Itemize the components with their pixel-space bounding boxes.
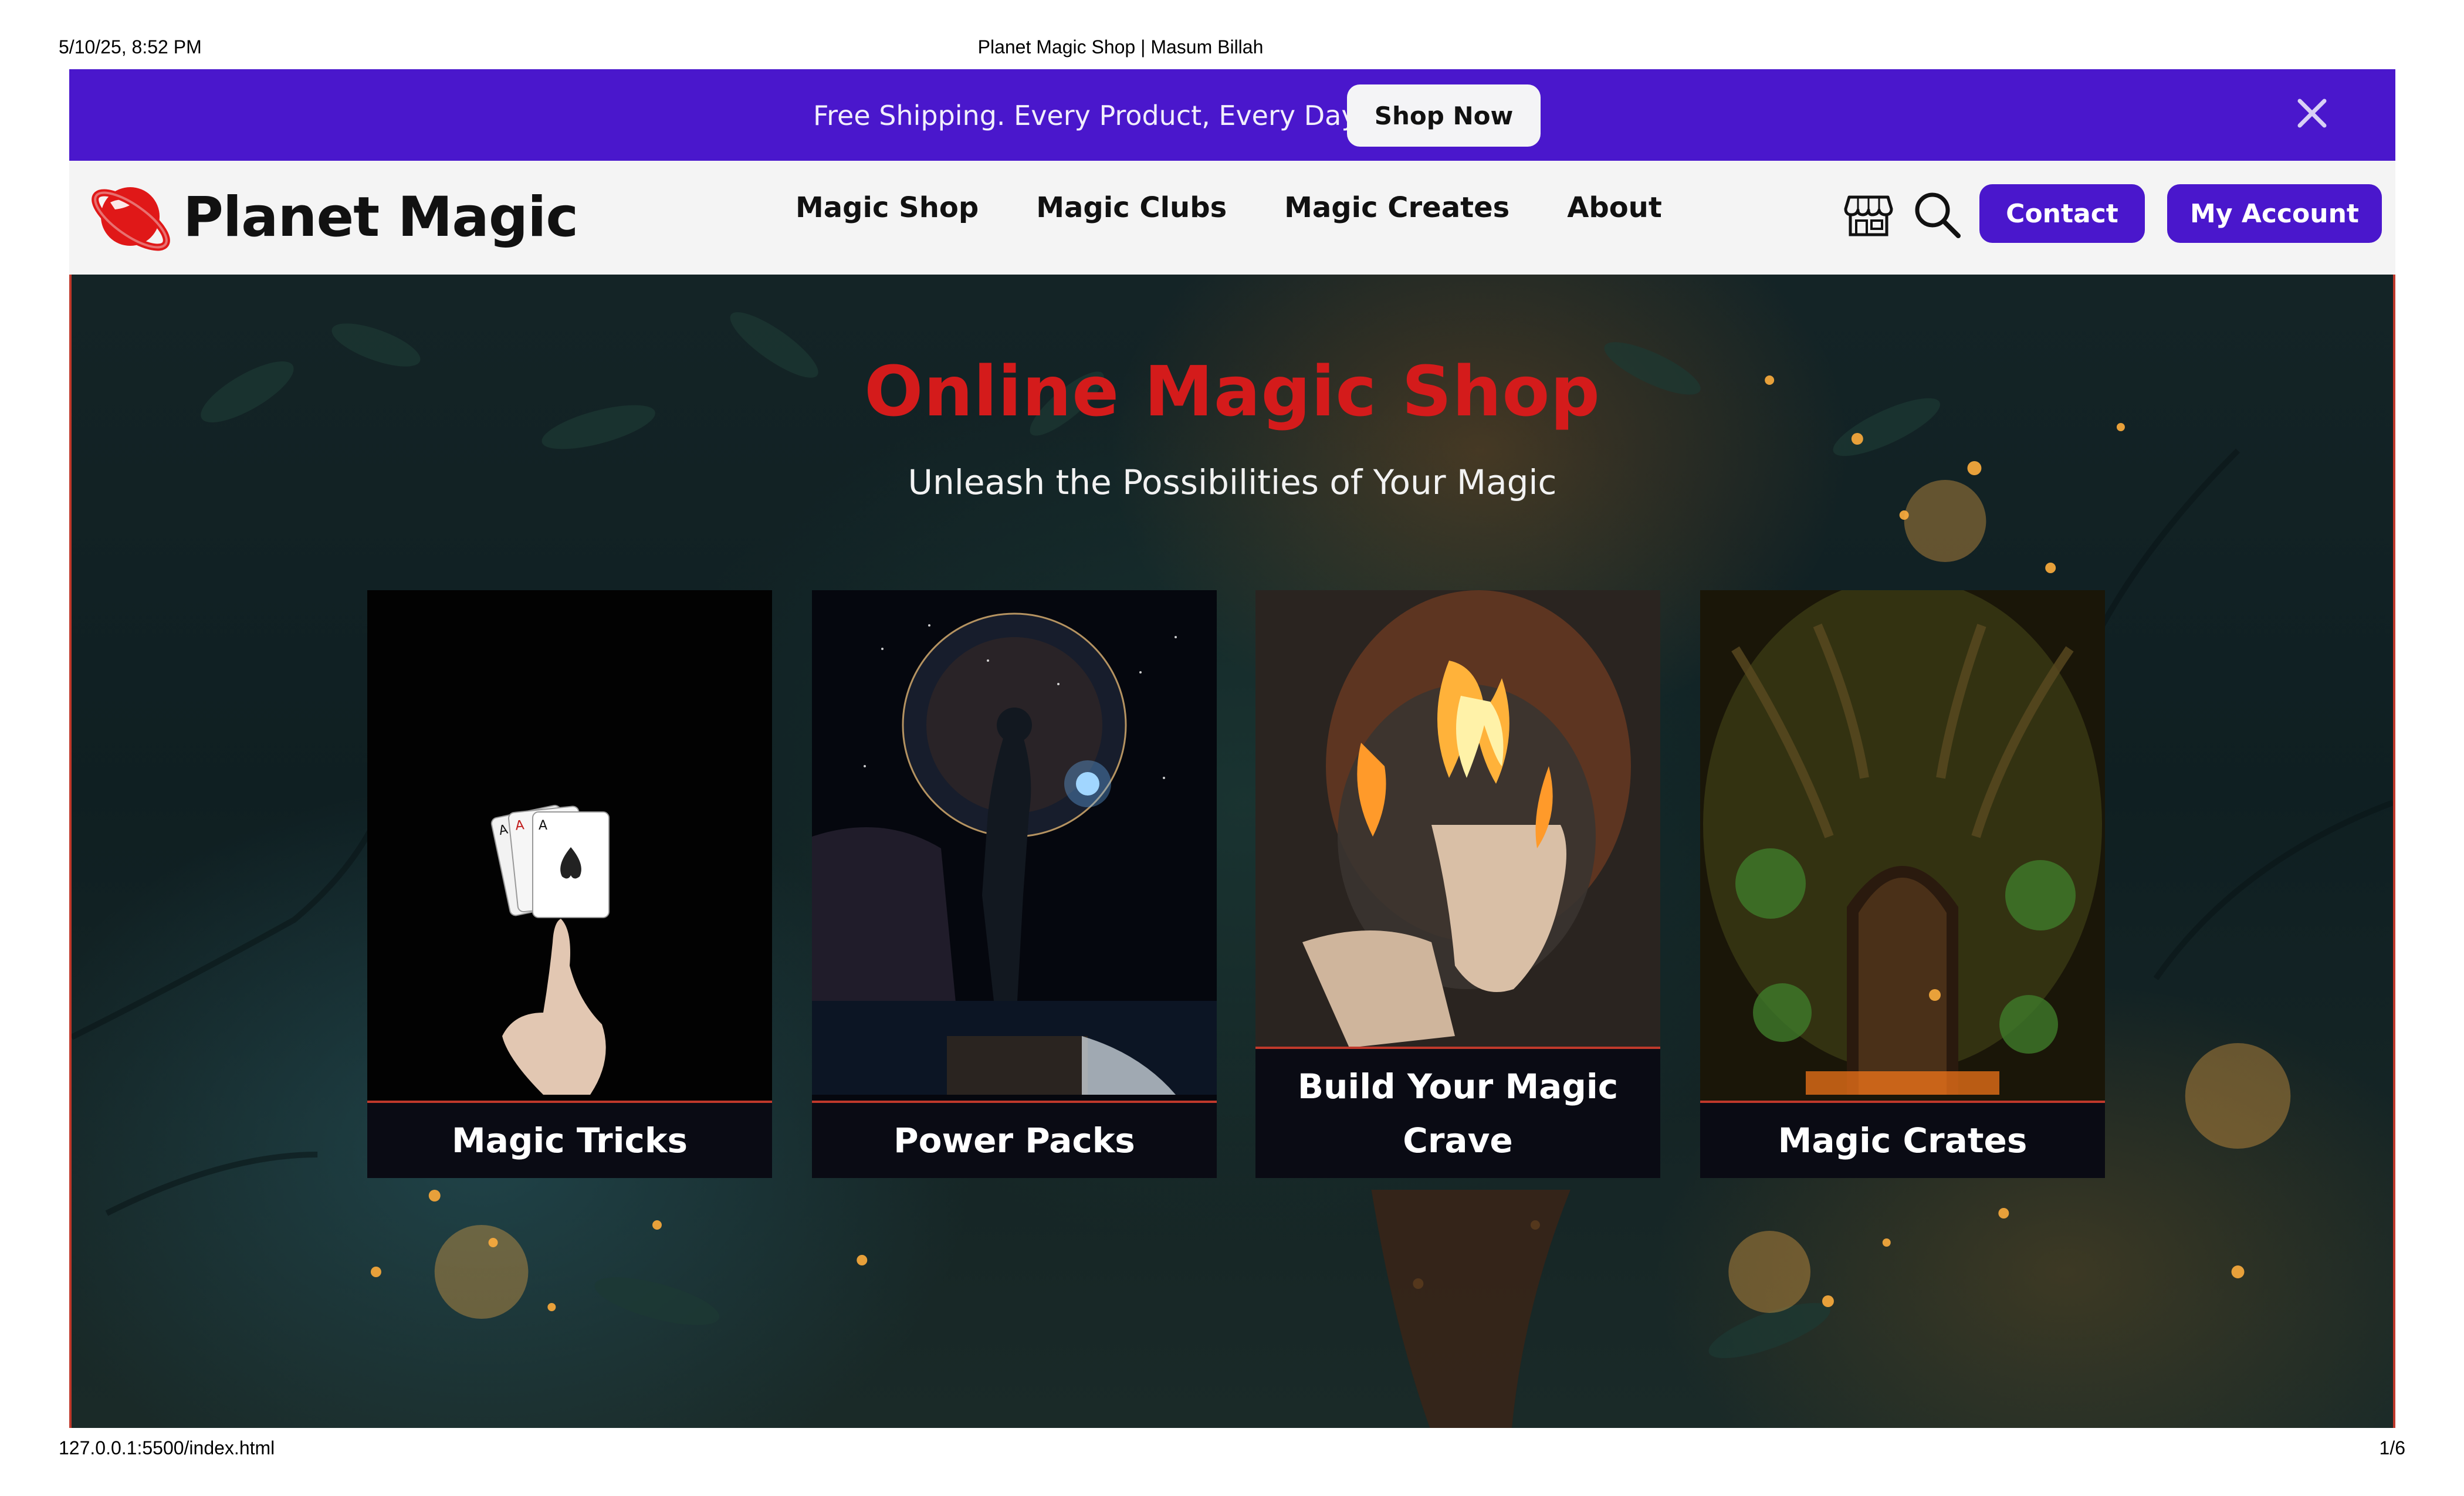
cosmic-figure-image bbox=[812, 590, 1217, 1178]
main-nav: Planet Magic Magic Shop Magic Clubs Magi… bbox=[69, 161, 2395, 275]
category-card-magic-crates[interactable]: Magic Crates bbox=[1700, 590, 2105, 1178]
card-label: Build Your Magic Crave bbox=[1255, 1047, 1660, 1178]
nav-link-about[interactable]: About bbox=[1567, 191, 1662, 224]
category-card-power-packs[interactable]: Power Packs bbox=[812, 590, 1217, 1178]
promo-text: Free Shipping. Every Product, Every Day. bbox=[813, 100, 1362, 131]
logo[interactable]: Planet Magic bbox=[87, 170, 578, 264]
print-url: 127.0.0.1:5500/index.html bbox=[59, 1437, 275, 1458]
my-account-button[interactable]: My Account bbox=[2167, 184, 2382, 243]
enchanted-tree-door-image bbox=[1700, 590, 2105, 1178]
nav-link-magic-clubs[interactable]: Magic Clubs bbox=[1036, 191, 1227, 224]
planet-icon bbox=[92, 187, 170, 251]
svg-text:A: A bbox=[539, 818, 547, 833]
nav-links: Magic Shop Magic Clubs Magic Creates Abo… bbox=[796, 191, 1662, 224]
svg-text:A: A bbox=[515, 818, 525, 833]
playing-cards-image: A A A bbox=[367, 590, 772, 1178]
card-label: Magic Crates bbox=[1700, 1101, 2105, 1178]
contact-button[interactable]: Contact bbox=[1979, 184, 2145, 243]
print-page-number: 1/6 bbox=[2379, 1437, 2405, 1458]
category-card-build-your-magic-crave[interactable]: Build Your Magic Crave bbox=[1255, 590, 1660, 1178]
hero-subtitle: Unleash the Possibilities of Your Magic bbox=[908, 462, 1557, 502]
close-icon[interactable] bbox=[2292, 93, 2333, 134]
nav-link-magic-shop[interactable]: Magic Shop bbox=[796, 191, 979, 224]
hero-title: Online Magic Shop bbox=[864, 351, 1600, 432]
store-icon[interactable] bbox=[1843, 189, 1894, 239]
hero-section: Online Magic Shop Unleash the Possibilit… bbox=[69, 275, 2395, 1428]
category-card-magic-tricks[interactable]: A A A Magic Tricks bbox=[367, 590, 772, 1178]
logo-text: Planet Magic bbox=[183, 185, 578, 249]
search-icon[interactable] bbox=[1911, 189, 1962, 239]
promo-bar: Free Shipping. Every Product, Every Day.… bbox=[69, 69, 2395, 161]
page-frame: Free Shipping. Every Product, Every Day.… bbox=[69, 69, 2395, 1428]
print-page-title: Planet Magic Shop | Masum Billah bbox=[977, 36, 1264, 57]
nav-link-magic-creates[interactable]: Magic Creates bbox=[1284, 191, 1509, 224]
shop-now-button[interactable]: Shop Now bbox=[1347, 84, 1541, 147]
card-label: Power Packs bbox=[812, 1101, 1217, 1178]
card-label: Magic Tricks bbox=[367, 1101, 772, 1178]
